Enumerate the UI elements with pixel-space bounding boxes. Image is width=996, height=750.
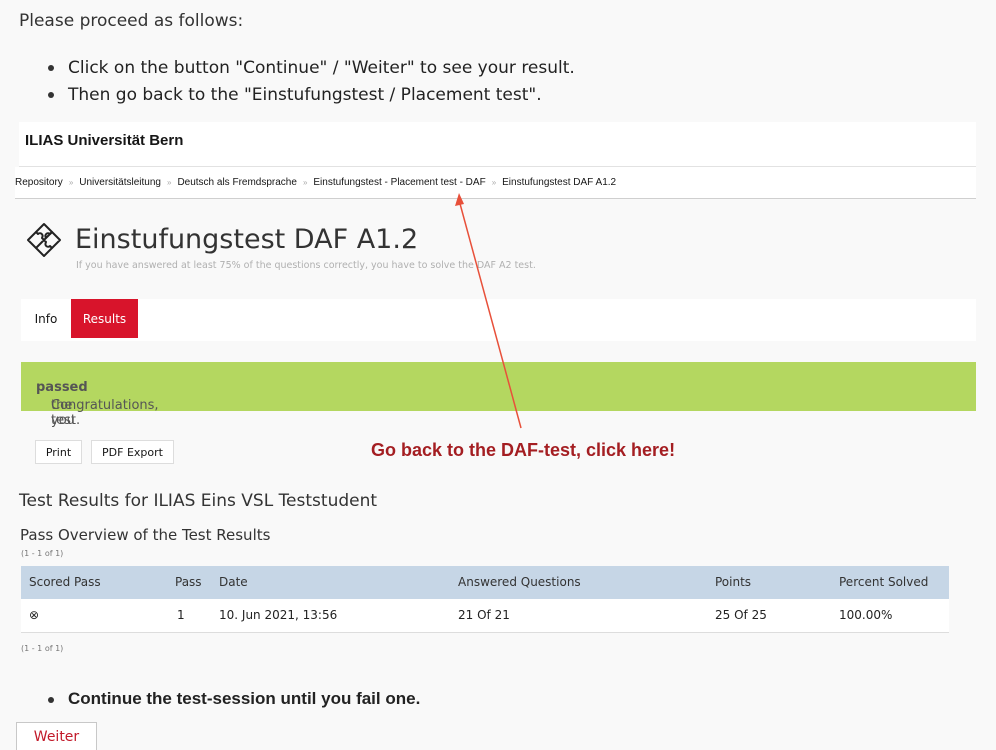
puzzle-icon [27,223,61,257]
weiter-button[interactable]: Weiter [16,722,97,750]
page-description: If you have answered at least 75% of the… [76,260,536,271]
pagination-range-bottom: (1 - 1 of 1) [21,644,64,653]
annotation-callout: Go back to the DAF-test, click here! [371,440,676,460]
instruction-item: Then go back to the "Einstufungstest / P… [48,84,575,111]
pagination-range-top: (1 - 1 of 1) [21,549,64,558]
table-row: ⊗ 1 10. Jun 2021, 13:56 21 Of 21 25 Of 2… [21,599,949,633]
cell-answered-questions: 21 Of 21 [458,608,510,622]
results-table: Scored Pass Pass Date Answered Questions… [21,566,949,633]
results-title: Test Results for ILIAS Eins VSL Teststud… [19,491,378,511]
print-button[interactable]: Print [35,440,82,464]
tab-results[interactable]: Results [71,299,138,338]
pass-overview-title: Pass Overview of the Test Results [20,526,271,544]
col-date[interactable]: Date [219,575,248,589]
breadcrumb: Repository » Universitätsleitung » Deuts… [15,167,976,199]
cell-pass: 1 [177,608,185,622]
col-answered-questions[interactable]: Answered Questions [458,575,581,589]
page-title: Einstufungstest DAF A1.2 [75,224,419,255]
cell-percent-solved: 100.00% [839,608,893,622]
instructions-intro: Please proceed as follows: [19,11,244,31]
col-points[interactable]: Points [715,575,751,589]
instruction-item: Click on the button "Continue" / "Weiter… [48,57,575,84]
breadcrumb-item-current[interactable]: Einstufungstest DAF A1.2 [502,177,616,188]
pdf-export-button[interactable]: PDF Export [91,440,174,464]
final-instruction: Continue the test-session until you fail… [48,689,420,709]
cell-points: 25 Of 25 [715,608,767,622]
col-percent-solved[interactable]: Percent Solved [839,575,928,589]
instructions-list: Click on the button "Continue" / "Weiter… [48,57,575,111]
col-scored-pass[interactable]: Scored Pass [29,575,101,589]
success-message: Congratulations, you passed the test. [36,380,159,428]
breadcrumb-item-placement-test[interactable]: Einstufungstest - Placement test - DAF [313,177,485,188]
breadcrumb-separator: » [68,178,74,187]
site-header: ILIAS Universität Bern [19,122,976,167]
success-message-suffix: the test. [51,398,81,428]
breadcrumb-separator: » [166,178,172,187]
tab-info[interactable]: Info [21,299,71,338]
breadcrumb-separator: » [491,178,497,187]
breadcrumb-item-repository[interactable]: Repository [15,177,63,188]
tab-bar: Info Results [21,299,976,341]
success-message-bold: passed [36,380,88,395]
success-alert: Congratulations, you passed the test. [21,362,976,428]
col-pass[interactable]: Pass [175,575,202,589]
scored-pass-icon: ⊗ [29,608,40,622]
cell-date: 10. Jun 2021, 13:56 [219,608,338,622]
breadcrumb-item-daf[interactable]: Deutsch als Fremdsprache [177,177,297,188]
breadcrumb-item-universitaetsleitung[interactable]: Universitätsleitung [79,177,161,188]
site-title[interactable]: ILIAS Universität Bern [25,132,183,149]
breadcrumb-separator: » [302,178,308,187]
table-header: Scored Pass Pass Date Answered Questions… [21,566,949,599]
